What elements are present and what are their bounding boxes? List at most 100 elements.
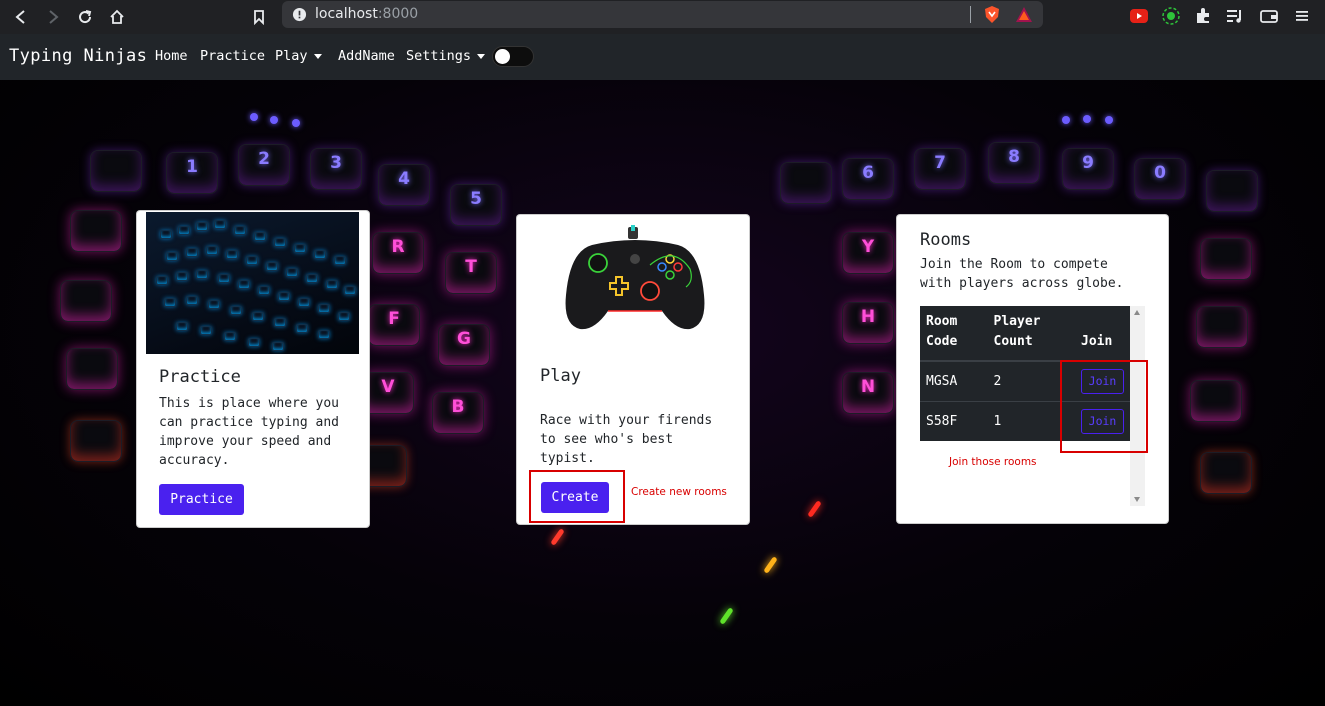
- background-key: N: [842, 372, 894, 414]
- image-key: [238, 280, 250, 289]
- info-icon[interactable]: [292, 7, 307, 22]
- background-key: [1200, 452, 1252, 494]
- background-key: 7: [914, 148, 966, 190]
- menu-icon[interactable]: [1291, 5, 1313, 27]
- image-key: [226, 250, 238, 259]
- practice-keyboard-image: [146, 212, 359, 354]
- practice-card-title: Practice: [159, 367, 241, 387]
- image-key: [248, 338, 260, 347]
- background-key: H: [842, 302, 894, 344]
- image-key: [338, 312, 350, 321]
- nav-play-dropdown[interactable]: Play: [275, 48, 322, 64]
- image-key: [186, 296, 198, 305]
- reload-icon[interactable]: [73, 5, 97, 29]
- image-key: [278, 292, 290, 301]
- brand-logo[interactable]: Typing Ninjas: [9, 46, 147, 66]
- practice-button[interactable]: Practice: [159, 484, 244, 515]
- address-bar[interactable]: localhost:8000: [282, 1, 1043, 28]
- image-key: [196, 270, 208, 279]
- background-key: F: [368, 304, 420, 346]
- nav-play-label: Play: [275, 48, 308, 64]
- background-key: [66, 348, 118, 390]
- background-key: 4: [378, 164, 430, 206]
- practice-card-text: This is place where you can practice typ…: [159, 396, 340, 468]
- app-navbar: Typing Ninjas Home Practice Play AddName…: [0, 34, 1325, 80]
- rooms-card-text: Join the Room to compete with players ac…: [920, 257, 1124, 291]
- image-key: [230, 306, 242, 315]
- image-key: [196, 222, 208, 231]
- background-key: [780, 162, 832, 204]
- image-key: [258, 286, 270, 295]
- image-key: [306, 274, 318, 283]
- image-key: [274, 318, 286, 327]
- home-icon[interactable]: [105, 5, 129, 29]
- extensions-icon[interactable]: [1192, 5, 1214, 27]
- brave-rewards-icon[interactable]: [1015, 6, 1033, 23]
- background-key: 1: [166, 152, 218, 194]
- brave-shield-icon[interactable]: [983, 5, 1001, 24]
- browser-toolbar: localhost:8000: [0, 0, 1325, 34]
- join-annotation-box: [1060, 360, 1148, 453]
- theme-toggle[interactable]: [492, 46, 534, 67]
- forward-icon[interactable]: [41, 5, 65, 29]
- background-key: [1200, 238, 1252, 280]
- play-card-title: Play: [540, 366, 581, 386]
- indicator-dot: [250, 113, 258, 121]
- image-key: [176, 272, 188, 281]
- green-extension-icon[interactable]: [1160, 5, 1182, 27]
- scroll-down-icon[interactable]: [1134, 497, 1140, 502]
- nav-settings-label: Settings: [406, 48, 472, 64]
- light-streak: [763, 556, 778, 574]
- image-key: [160, 230, 172, 239]
- nav-practice[interactable]: Practice: [200, 48, 265, 64]
- indicator-dot: [292, 119, 300, 127]
- image-key: [206, 246, 218, 255]
- background-key: 2: [238, 144, 290, 186]
- back-icon[interactable]: [9, 5, 33, 29]
- youtube-extension-icon[interactable]: [1128, 5, 1150, 27]
- url-port: :8000: [377, 6, 419, 22]
- rooms-card-title: Rooms: [920, 230, 972, 250]
- light-streak: [719, 607, 734, 625]
- chevron-down-icon: [477, 53, 486, 59]
- indicator-dot: [1083, 115, 1091, 123]
- background-key: 0: [1134, 158, 1186, 200]
- image-key: [286, 268, 298, 277]
- background-key: 5: [450, 184, 502, 226]
- image-key: [272, 342, 284, 351]
- background-key: [1206, 170, 1258, 212]
- image-key: [318, 330, 330, 339]
- background-key: B: [432, 392, 484, 434]
- column-header-player-count: Player Count: [987, 306, 1075, 362]
- image-key: [164, 298, 176, 307]
- image-key: [274, 238, 286, 247]
- background-key: 9: [1062, 148, 1114, 190]
- background-key: T: [445, 252, 497, 294]
- indicator-dot: [1062, 116, 1070, 124]
- image-key: [224, 332, 236, 341]
- image-key: [176, 322, 188, 331]
- create-annotation-label: Create new rooms: [631, 486, 727, 498]
- nav-home[interactable]: Home: [155, 48, 188, 64]
- indicator-dot: [270, 116, 278, 124]
- image-key: [234, 226, 246, 235]
- background-key: 3: [310, 148, 362, 190]
- nav-settings-dropdown[interactable]: Settings: [406, 48, 486, 64]
- bookmark-icon[interactable]: [247, 5, 271, 29]
- image-key: [214, 220, 226, 229]
- image-key: [298, 298, 310, 307]
- background-key: 8: [988, 142, 1040, 184]
- media-icon[interactable]: [1224, 5, 1246, 27]
- image-key: [266, 262, 278, 271]
- background-key: 6: [842, 158, 894, 200]
- image-key: [156, 276, 168, 285]
- light-streak: [550, 528, 565, 546]
- room-code-cell: MGSA: [920, 360, 988, 401]
- play-card-text: Race with your firends to see who's best…: [540, 413, 713, 466]
- table-header-row: Room Code Player Count Join: [920, 306, 1130, 362]
- nav-addname[interactable]: AddName: [338, 48, 395, 64]
- wallet-icon[interactable]: [1258, 5, 1280, 27]
- indicator-dot: [1105, 116, 1113, 124]
- column-header-join: Join: [1075, 306, 1130, 362]
- scroll-up-icon[interactable]: [1134, 310, 1140, 315]
